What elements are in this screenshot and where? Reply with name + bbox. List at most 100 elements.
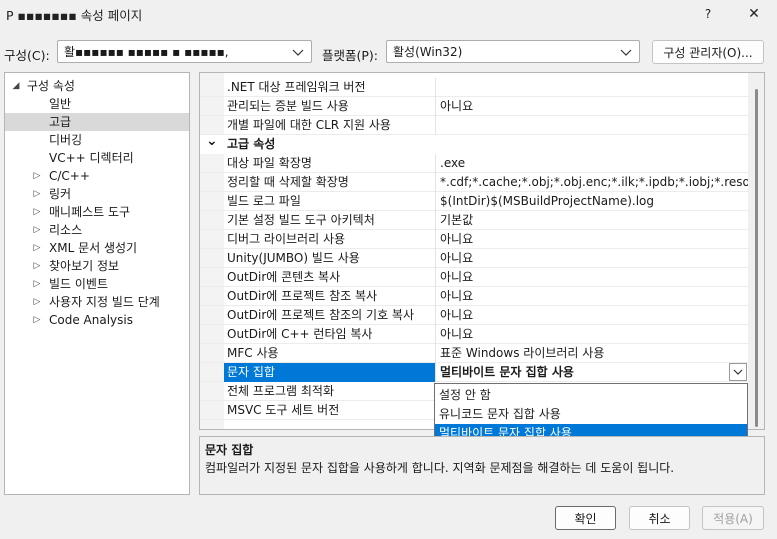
config-value: 활▪▪▪▪▪▪ ▪▪▪▪▪ ▪ ▪▪▪▪▪, — [64, 45, 229, 59]
chevron-down-icon — [733, 369, 743, 375]
expand-arrow-icon[interactable]: ▷ — [32, 185, 42, 203]
expand-arrow-icon[interactable]: ▷ — [32, 239, 42, 257]
tree-item[interactable]: ▷ 찾아보기 정보 — [5, 257, 189, 275]
tree-item[interactable]: ▷ 리소스 — [5, 221, 189, 239]
property-name: OutDir에 프로젝트 참조 복사 — [224, 287, 436, 306]
property-value[interactable]: 기본값 — [436, 211, 748, 230]
property-value[interactable]: $(IntDir)$(MSBuildProjectName).log — [436, 192, 748, 211]
close-button[interactable]: ✕ — [740, 3, 768, 25]
chevron-down-icon — [292, 49, 304, 56]
config-manager-button[interactable]: 구성 관리자(O)... — [652, 40, 764, 64]
property-value[interactable]: 아니요 — [436, 306, 748, 325]
tree-item-label: 일반 — [49, 97, 72, 111]
property-name: Unity(JUMBO) 빌드 사용 — [224, 249, 436, 268]
tree-item-label: VC++ 디렉터리 — [49, 151, 134, 165]
property-row[interactable]: 빌드 로그 파일 $(IntDir)$(MSBuildProjectName).l… — [200, 192, 748, 211]
property-tree: ◢ 구성 속성일반고급디버깅 VC++ 디렉터리 ▷ C/C++ ▷ 링커 ▷ 매니페스트 도구… — [4, 72, 190, 495]
expand-arrow-icon[interactable]: ▷ — [32, 275, 42, 293]
property-value[interactable]: *.cdf;*.cache;*.obj;*.obj.enc;*.ilk;*.ip… — [436, 173, 748, 192]
property-value[interactable]: 아니요 — [436, 249, 748, 268]
collapse-chevron-icon[interactable]: ⌄ — [206, 132, 218, 151]
property-name: 빌드 로그 파일 — [224, 192, 436, 211]
property-value[interactable]: 아니요 — [436, 325, 748, 344]
tree-item-label: 고급 — [49, 115, 72, 129]
ok-button[interactable]: 확인 — [555, 506, 616, 530]
property-value[interactable]: 표준 Windows 라이브러리 사용 — [436, 344, 748, 363]
close-icon: ✕ — [748, 6, 760, 22]
property-value[interactable]: 아니요 — [436, 287, 748, 306]
tree-item-label: C/C++ — [49, 169, 90, 183]
config-label: 구성(C): — [4, 48, 50, 63]
property-grid: .NET 대상 프레임워크 버전 관리되는 증분 빌드 사용 아니요 개별 파일에 대… — [199, 72, 765, 430]
property-value[interactable]: 아니요 — [436, 230, 748, 249]
expand-arrow-icon[interactable]: ▷ — [32, 293, 42, 311]
property-row[interactable]: 개별 파일에 대한 CLR 지원 사용 — [200, 116, 748, 135]
property-name: 정리할 때 삭제할 확장명 — [224, 173, 436, 192]
property-row[interactable]: OutDir에 콘텐츠 복사 아니요 — [200, 268, 748, 287]
chevron-down-icon — [620, 49, 632, 56]
expand-arrow-icon[interactable]: ▷ — [32, 203, 42, 221]
tree-item[interactable]: ◢ 구성 속성 — [5, 77, 189, 95]
scrollbar-thumb[interactable] — [755, 89, 758, 427]
config-combo[interactable]: 활▪▪▪▪▪▪ ▪▪▪▪▪ ▪ ▪▪▪▪▪, — [57, 40, 312, 63]
platform-combo[interactable]: 활성(Win32) — [386, 40, 640, 63]
tree-item[interactable]: ▷ XML 문서 생성기 — [5, 239, 189, 257]
description-title: 문자 집합 — [205, 443, 254, 457]
property-row[interactable]: .NET 대상 프레임워크 버전 — [200, 78, 748, 97]
property-row[interactable]: OutDir에 C++ 런타임 복사 아니요 — [200, 325, 748, 344]
property-row[interactable]: OutDir에 프로젝트 참조 복사 아니요 — [200, 287, 748, 306]
tree-item-label: 찾아보기 정보 — [49, 259, 120, 273]
property-row[interactable]: 대상 파일 확장명 .exe — [200, 154, 748, 173]
dropdown-option[interactable]: 설정 안 함 — [435, 386, 747, 405]
tree-item-label: 빌드 이벤트 — [49, 277, 109, 291]
property-name: 디버그 라이브러리 사용 — [224, 230, 436, 249]
platform-label: 플랫폼(P): — [322, 48, 379, 63]
property-row[interactable]: 디버그 라이브러리 사용 아니요 — [200, 230, 748, 249]
property-row[interactable]: 기본 설정 빌드 도구 아키텍처 기본값 — [200, 211, 748, 230]
property-row[interactable]: Unity(JUMBO) 빌드 사용 아니요 — [200, 249, 748, 268]
category-header[interactable]: ⌄ 고급 속성 — [200, 132, 748, 154]
collapse-arrow-icon[interactable]: ◢ — [11, 77, 21, 95]
tree-item[interactable]: 디버깅 — [5, 131, 189, 149]
property-row[interactable]: OutDir에 프로젝트 참조의 기호 복사 아니요 — [200, 306, 748, 325]
dropdown-option[interactable]: 유니코드 문자 집합 사용 — [435, 405, 747, 424]
tree-item[interactable]: ▷ Code Analysis — [5, 311, 189, 329]
property-row[interactable]: 정리할 때 삭제할 확장명 *.cdf;*.cache;*.obj;*.obj.e… — [200, 173, 748, 192]
tree-item[interactable]: 일반 — [5, 95, 189, 113]
property-value[interactable]: .exe — [436, 154, 748, 173]
property-name: 전체 프로그램 최적화 — [224, 382, 436, 401]
property-value[interactable]: 아니요 — [436, 97, 748, 116]
property-name: MFC 사용 — [224, 344, 436, 363]
tree-item-label: 매니페스트 도구 — [49, 205, 131, 219]
help-icon: ? — [704, 7, 712, 21]
property-row[interactable]: 문자 집합 멀티바이트 문자 집합 사용 — [200, 363, 748, 382]
help-button[interactable]: ? — [694, 3, 722, 25]
expand-arrow-icon[interactable]: ▷ — [32, 311, 42, 329]
property-value[interactable] — [436, 116, 748, 135]
tree-item[interactable]: VC++ 디렉터리 — [5, 149, 189, 167]
property-name: 기본 설정 빌드 도구 아키텍처 — [224, 211, 436, 230]
tree-item[interactable]: ▷ 링커 — [5, 185, 189, 203]
tree-item[interactable]: ▷ 빌드 이벤트 — [5, 275, 189, 293]
tree-item[interactable]: ▷ 매니페스트 도구 — [5, 203, 189, 221]
expand-arrow-icon[interactable]: ▷ — [32, 257, 42, 275]
tree-item[interactable]: ▷ C/C++ — [5, 167, 189, 185]
property-value[interactable]: 아니요 — [436, 268, 748, 287]
title-bar: P ▪▪▪▪▪▪▪ 속성 페이지 ? ✕ — [0, 0, 777, 30]
property-name: .NET 대상 프레임워크 버전 — [224, 78, 436, 97]
property-value[interactable] — [436, 78, 748, 97]
expand-arrow-icon[interactable]: ▷ — [32, 221, 42, 239]
tree-item[interactable]: 고급 — [5, 113, 189, 131]
property-row[interactable]: 관리되는 증분 빌드 사용 아니요 — [200, 97, 748, 116]
property-value[interactable]: 멀티바이트 문자 집합 사용 — [436, 363, 748, 382]
property-name: 대상 파일 확장명 — [224, 154, 436, 173]
property-row[interactable]: MFC 사용 표준 Windows 라이브러리 사용 — [200, 344, 748, 363]
tree-item[interactable]: ▷ 사용자 지정 빌드 단계 — [5, 293, 189, 311]
property-name: MSVC 도구 세트 버전 — [224, 401, 436, 420]
cancel-button[interactable]: 취소 — [629, 506, 690, 530]
tree-item-label: 링커 — [49, 187, 72, 201]
expand-arrow-icon[interactable]: ▷ — [32, 167, 42, 185]
value-dropdown-button[interactable] — [729, 363, 747, 381]
apply-button[interactable]: 적용(A) — [702, 506, 764, 530]
description-panel: 문자 집합 컴파일러가 지정된 문자 집합을 사용하게 합니다. 지역화 문제점… — [199, 436, 765, 495]
